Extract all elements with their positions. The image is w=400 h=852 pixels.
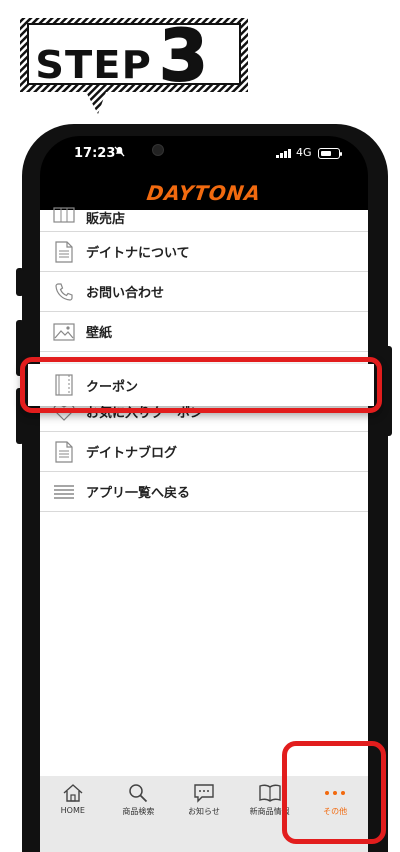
menu-list: 販売店 デイトナについて お問い合わせ 壁紙 お気に入りクーポン デイトナブログ… [40, 207, 368, 776]
daytona-logo: DAYTONA [145, 181, 263, 205]
menu-item-label: デイトナブログ [86, 446, 178, 461]
tab-product-search[interactable]: 商品検索 [106, 776, 172, 852]
menu-item-wallpaper[interactable]: 壁紙 [40, 312, 368, 352]
tab-news[interactable]: お知らせ [171, 776, 237, 852]
list-icon [52, 480, 76, 504]
phone-side-button [16, 268, 24, 296]
phone-side-button [384, 346, 392, 436]
status-time: 17:23 [74, 146, 116, 161]
menu-item-label: 販売店 [86, 212, 126, 227]
mute-bell-icon [114, 146, 125, 160]
signal-icon [276, 148, 291, 158]
book-icon [258, 782, 281, 804]
menu-item-label: 壁紙 [86, 326, 113, 341]
front-camera [152, 144, 164, 156]
tab-home[interactable]: HOME [40, 776, 106, 852]
message-icon [193, 782, 215, 804]
menu-item-blog[interactable]: デイトナブログ [40, 432, 368, 472]
search-icon [128, 782, 148, 804]
menu-item-label: アプリ一覧へ戻る [86, 486, 191, 501]
tab-label: お知らせ [188, 807, 220, 816]
coupon-highlight [20, 357, 382, 413]
step-word: STEP [35, 43, 152, 87]
menu-item-store[interactable]: 販売店 [40, 207, 368, 232]
status-bar: 17:23 4G [40, 136, 368, 176]
step-label: STEP 3 [35, 15, 209, 97]
menu-item-app-list[interactable]: アプリ一覧へ戻る [40, 472, 368, 512]
battery-icon [318, 148, 342, 159]
document-icon [52, 440, 76, 464]
phone-icon [52, 280, 76, 304]
home-icon [62, 782, 84, 804]
image-icon [52, 320, 76, 344]
tab-label: 商品検索 [122, 807, 155, 816]
other-tab-highlight [282, 741, 386, 844]
menu-item-about[interactable]: デイトナについて [40, 232, 368, 272]
app-header: DAYTONA [40, 176, 368, 210]
menu-item-label: お問い合わせ [86, 286, 165, 301]
menu-item-label: デイトナについて [86, 246, 190, 261]
tab-label: HOME [60, 806, 85, 815]
menu-item-contact[interactable]: お問い合わせ [40, 272, 368, 312]
document-icon [52, 240, 76, 264]
store-icon [52, 203, 76, 227]
step-number: 3 [158, 15, 209, 97]
network-label: 4G [296, 146, 312, 159]
